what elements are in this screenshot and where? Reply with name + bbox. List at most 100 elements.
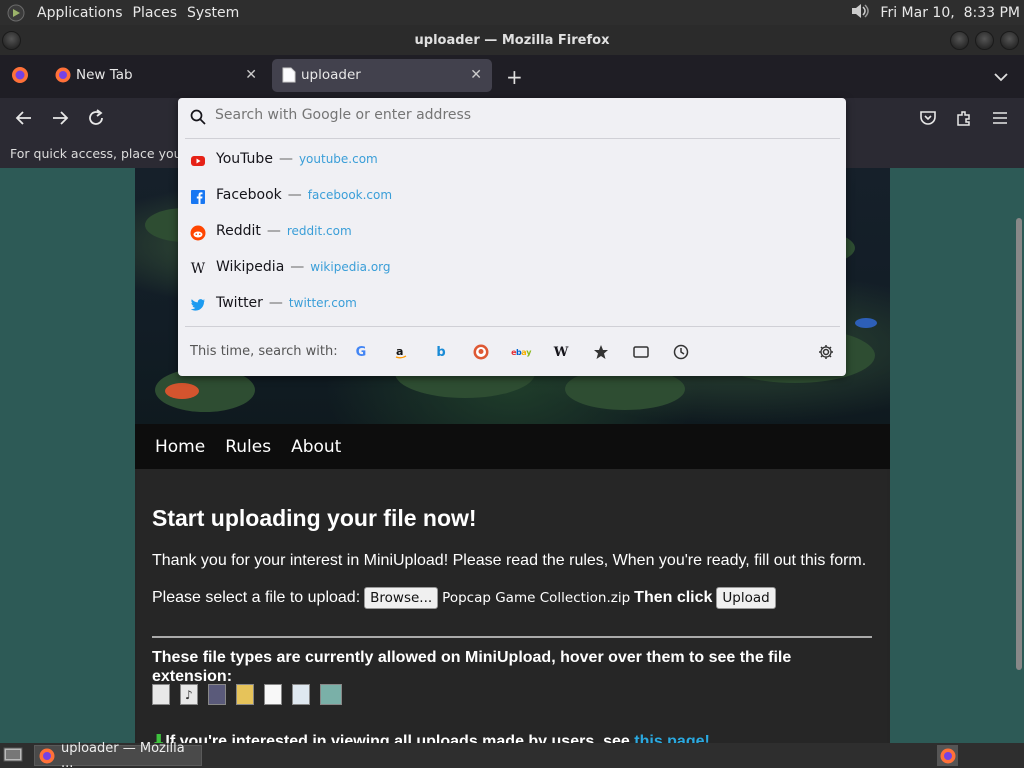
window-menu-button[interactable] <box>2 31 21 50</box>
suggestion-url: reddit.com <box>286 224 352 238</box>
divider <box>185 326 840 327</box>
suggestion-wikipedia[interactable]: W Wikipedia — wikipedia.org <box>178 250 846 286</box>
url-input[interactable] <box>215 107 815 123</box>
close-tab-icon[interactable]: ✕ <box>470 67 482 83</box>
tab-label: uploader <box>301 67 361 83</box>
youtube-icon <box>190 153 206 169</box>
then-click-label: Then click <box>634 589 713 606</box>
browse-button[interactable]: Browse... <box>364 587 439 609</box>
suggestion-url: facebook.com <box>307 188 393 202</box>
audio-file-icon[interactable]: ♪ <box>180 684 198 705</box>
firefox-icon <box>55 67 71 87</box>
page-scrollbar[interactable] <box>1016 218 1022 670</box>
google-icon[interactable]: G <box>353 344 369 360</box>
window-title: uploader — Mozilla Firefox <box>414 32 610 48</box>
gnome-logo-icon[interactable] <box>5 2 27 24</box>
history-clock-icon[interactable] <box>673 344 689 360</box>
suggestion-title: Twitter <box>216 295 263 311</box>
top-panel: Applications Places System Fri Mar 10, 8… <box>0 0 1024 25</box>
search-with-label: This time, search with: <box>190 344 338 359</box>
suggestion-url: twitter.com <box>288 296 357 310</box>
bookmarks-hint: For quick access, place your <box>10 146 187 161</box>
duckduckgo-icon[interactable] <box>473 344 489 360</box>
suggestion-title: Wikipedia <box>216 259 285 275</box>
taskbar-window-label: uploader — Mozilla ... <box>61 740 185 768</box>
clock[interactable]: Fri Mar 10, 8:33 PM <box>880 5 1020 21</box>
wikipedia-icon: W <box>190 261 206 277</box>
archive-file-icon[interactable] <box>236 684 254 705</box>
reload-icon[interactable] <box>86 108 106 128</box>
suggestion-url: wikipedia.org <box>310 260 391 274</box>
search-settings-gear-icon[interactable] <box>818 344 834 360</box>
maximize-button[interactable] <box>975 31 994 50</box>
menu-places[interactable]: Places <box>133 5 178 21</box>
image-file-icon[interactable] <box>320 684 342 705</box>
wikipedia-icon[interactable]: W <box>553 344 569 360</box>
spreadsheet-file-icon[interactable] <box>292 684 310 705</box>
tabs-icon[interactable] <box>633 344 649 360</box>
minimize-button[interactable] <box>950 31 969 50</box>
file-type-icons: ♪ <box>152 684 342 705</box>
urlbar[interactable] <box>178 98 846 138</box>
view-uploads-line: ⬇If you're interested in viewing all upl… <box>152 731 710 743</box>
new-tab-plus-icon[interactable]: + <box>506 65 523 89</box>
bottom-taskbar: uploader — Mozilla ... <box>0 741 1024 768</box>
divider <box>185 138 840 139</box>
extensions-icon[interactable] <box>954 108 974 128</box>
facebook-icon <box>190 189 206 205</box>
site-nav-about[interactable]: About <box>291 437 341 457</box>
forward-arrow-icon[interactable] <box>50 108 70 128</box>
svg-text:a: a <box>396 345 403 358</box>
view-uploads-link[interactable]: this page! <box>634 733 710 743</box>
tab-bar: New Tab ✕ uploader ✕ + <box>0 55 1024 98</box>
video-file-icon[interactable] <box>208 684 226 705</box>
back-arrow-icon[interactable] <box>14 108 34 128</box>
panel-right: Fri Mar 10, 8:33 PM <box>850 0 1020 25</box>
divider <box>152 636 872 638</box>
close-window-button[interactable] <box>1000 31 1019 50</box>
tab-label: New Tab <box>76 67 133 83</box>
ebay-icon[interactable]: ebay <box>511 344 531 360</box>
suggestion-reddit[interactable]: Reddit — reddit.com <box>178 214 846 250</box>
window-titlebar[interactable]: uploader — Mozilla Firefox <box>0 25 1024 55</box>
intro-text: Thank you for your interest in MiniUploa… <box>152 552 867 569</box>
reddit-icon <box>190 225 206 241</box>
suggestion-title: Facebook <box>216 187 282 203</box>
tab-new-tab[interactable]: New Tab ✕ <box>45 59 267 92</box>
volume-icon[interactable] <box>850 2 872 24</box>
file-types-heading: These file types are currently allowed o… <box>152 649 792 685</box>
text-file-icon[interactable] <box>152 684 170 705</box>
selected-filename: Popcap Game Collection.zip <box>442 590 631 606</box>
page-icon <box>282 67 296 87</box>
page-heading: Start uploading your file now! <box>152 505 477 531</box>
upload-section: Start uploading your file now! Thank you… <box>137 469 887 743</box>
site-nav-home[interactable]: Home <box>155 437 205 457</box>
site-nav-rules[interactable]: Rules <box>225 437 271 457</box>
urlbar-dropdown: YouTube—youtube.com Facebook—facebook.co… <box>178 98 846 376</box>
menu-applications[interactable]: Applications <box>37 5 123 21</box>
firefox-tray-icon[interactable] <box>937 745 958 766</box>
pocket-icon[interactable] <box>918 108 938 128</box>
upload-button[interactable]: Upload <box>716 587 776 609</box>
suggestion-title: Reddit <box>216 223 261 239</box>
suggestion-twitter[interactable]: Twitter — twitter.com <box>178 286 846 322</box>
menu-system[interactable]: System <box>187 5 239 21</box>
taskbar-window-button[interactable]: uploader — Mozilla ... <box>34 741 202 768</box>
close-tab-icon[interactable]: ✕ <box>245 67 257 83</box>
suggestion-url: youtube.com <box>298 152 378 166</box>
show-desktop-icon[interactable] <box>3 746 23 768</box>
suggestion-title: YouTube <box>216 151 273 167</box>
bookmarks-star-icon[interactable] <box>593 344 609 360</box>
site-nav: Home Rules About <box>135 424 890 469</box>
bing-icon[interactable]: b <box>433 344 449 360</box>
document-file-icon[interactable] <box>264 684 282 705</box>
suggestion-facebook[interactable]: Facebook — facebook.com <box>178 178 846 214</box>
hamburger-menu-icon[interactable] <box>990 108 1010 128</box>
file-select-row: Please select a file to upload: Browse..… <box>152 587 780 609</box>
tab-uploader[interactable]: uploader ✕ <box>272 59 492 92</box>
select-file-label: Please select a file to upload: <box>152 589 361 606</box>
amazon-icon[interactable]: a <box>393 344 409 360</box>
suggestion-youtube[interactable]: YouTube — youtube.com <box>178 142 846 178</box>
firefox-view-icon[interactable] <box>11 66 29 88</box>
chevron-down-icon[interactable] <box>994 67 1008 86</box>
